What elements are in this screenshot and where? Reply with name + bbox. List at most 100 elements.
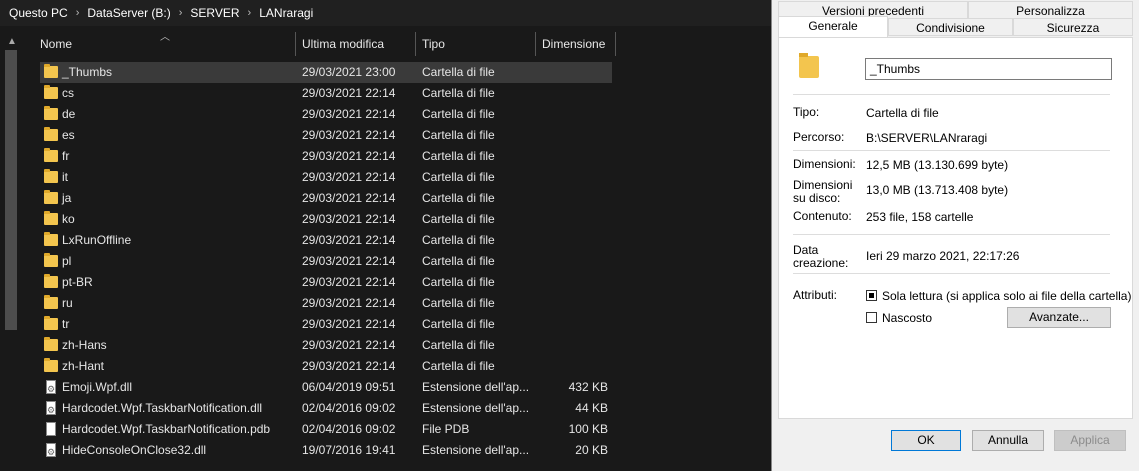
folder-icon (44, 316, 58, 330)
file-row[interactable]: Hardcodet.Wpf.TaskbarNotification.dll 02/… (40, 398, 620, 421)
file-date: 29/03/2021 22:14 (302, 359, 396, 373)
scrollbar-thumb[interactable] (5, 50, 17, 330)
file-date: 29/03/2021 22:14 (302, 191, 396, 205)
file-name: pt-BR (62, 275, 93, 289)
file-row[interactable]: es 29/03/2021 22:14 Cartella di file (40, 125, 620, 146)
file-row[interactable]: it 29/03/2021 22:14 Cartella di file (40, 167, 620, 188)
file-row[interactable]: Hardcodet.Wpf.TaskbarNotification.pdb 02/… (40, 419, 620, 440)
file-date: 29/03/2021 22:14 (302, 233, 396, 247)
readonly-label[interactable]: Sola lettura (si applica solo ai file de… (882, 289, 1131, 303)
divider (793, 94, 1110, 95)
file-size: 20 KB (575, 443, 608, 457)
file-row[interactable]: zh-Hans 29/03/2021 22:14 Cartella di file (40, 335, 620, 356)
tab-sharing[interactable]: Condivisione (888, 18, 1013, 36)
file-type: Cartella di file (422, 275, 495, 289)
breadcrumb-this-pc[interactable]: Questo PC (9, 6, 68, 20)
file-type: File PDB (422, 422, 470, 436)
file-icon (46, 422, 56, 436)
properties-dialog: Versioni precedenti Personalizza General… (771, 0, 1139, 471)
file-name: es (62, 128, 75, 142)
file-row[interactable]: LxRunOffline 29/03/2021 22:14 Cartella di … (40, 230, 620, 251)
folder-icon (799, 53, 819, 78)
dll-file-icon (46, 379, 56, 400)
tab-security[interactable]: Sicurezza (1013, 18, 1133, 36)
file-row[interactable]: ja 29/03/2021 22:14 Cartella di file (40, 188, 620, 209)
file-row[interactable]: Emoji.Wpf.dll 06/04/2019 09:51 Estensione … (40, 377, 620, 400)
general-panel: _Thumbs Tipo: Cartella di file Percorso:… (778, 37, 1133, 419)
attributes-label: Attributi: (793, 288, 838, 302)
file-name: de (62, 107, 76, 121)
file-row[interactable]: zh-Hant 29/03/2021 22:14 Cartella di file (40, 356, 620, 377)
file-type: Estensione dell'ap... (422, 401, 530, 415)
file-name: cs (62, 86, 74, 100)
file-name: LxRunOffline (62, 233, 132, 247)
file-name: _Thumbs (62, 65, 113, 79)
file-row[interactable]: ko 29/03/2021 22:14 Cartella di file (40, 209, 620, 230)
file-row[interactable]: de 29/03/2021 22:14 Cartella di file (40, 104, 620, 125)
column-type[interactable]: Tipo (416, 32, 536, 56)
hidden-checkbox[interactable] (866, 312, 877, 323)
folder-icon (44, 253, 58, 267)
ok-button[interactable]: OK (891, 430, 961, 451)
file-size: 432 KB (568, 380, 608, 394)
file-row[interactable]: pl 29/03/2021 22:14 Cartella di file (40, 251, 620, 272)
file-row[interactable]: pt-BR 29/03/2021 22:14 Cartella di file (40, 272, 620, 293)
file-date: 02/04/2016 09:02 (302, 401, 396, 415)
tab-general[interactable]: Generale (778, 16, 888, 38)
file-type: Cartella di file (422, 128, 495, 142)
tab-customize[interactable]: Personalizza (968, 1, 1133, 19)
chevron-right-icon[interactable]: › (179, 7, 183, 19)
file-type: Cartella di file (422, 65, 495, 79)
breadcrumb-server[interactable]: SERVER (190, 6, 239, 20)
advanced-button[interactable]: Avanzate... (1007, 307, 1111, 328)
column-date[interactable]: Ultima modifica (296, 32, 416, 56)
breadcrumb-drive[interactable]: DataServer (B:) (87, 6, 170, 20)
file-name: HideConsoleOnClose32.dll (62, 443, 207, 457)
folder-icon (44, 274, 58, 288)
content-label: Contenuto: (793, 209, 852, 223)
file-row[interactable]: ru 29/03/2021 22:14 Cartella di file (40, 293, 620, 314)
folder-icon (44, 148, 58, 162)
folder-icon (44, 64, 58, 78)
dll-file-icon (46, 400, 56, 421)
column-name[interactable]: Nome (34, 32, 296, 56)
file-type: Cartella di file (422, 86, 495, 100)
apply-button[interactable]: Applica (1054, 430, 1126, 451)
chevron-right-icon[interactable]: › (248, 7, 252, 19)
folder-icon (44, 127, 58, 141)
file-size: 44 KB (575, 401, 608, 415)
cancel-button[interactable]: Annulla (972, 430, 1044, 451)
file-name: Hardcodet.Wpf.TaskbarNotification.dll (62, 401, 263, 415)
file-date: 29/03/2021 22:14 (302, 128, 396, 142)
file-type: Cartella di file (422, 296, 495, 310)
file-date: 29/03/2021 22:14 (302, 107, 396, 121)
file-row[interactable]: tr 29/03/2021 22:14 Cartella di file (40, 314, 620, 335)
chevron-right-icon[interactable]: › (76, 7, 80, 19)
file-row[interactable]: cs 29/03/2021 22:14 Cartella di file (40, 83, 620, 104)
breadcrumb-lanraragi[interactable]: LANraragi (259, 6, 313, 20)
type-value: Cartella di file (866, 106, 939, 120)
file-name: zh-Hans (62, 338, 107, 352)
file-row[interactable]: _Thumbs 29/03/2021 23:00 Cartella di file (40, 62, 612, 83)
file-name: pl (62, 254, 72, 268)
file-type: Cartella di file (422, 338, 495, 352)
folder-icon (44, 211, 58, 225)
hidden-label[interactable]: Nascosto (882, 311, 932, 325)
file-type: Cartella di file (422, 359, 495, 373)
disk-size-value: 13,0 MB (13.713.408 byte) (866, 183, 1009, 197)
path-value: B:\SERVER\LANraragi (866, 131, 988, 145)
file-date: 29/03/2021 22:14 (302, 317, 396, 331)
file-type: Cartella di file (422, 233, 495, 247)
file-name: Emoji.Wpf.dll (62, 380, 133, 394)
file-row[interactable]: fr 29/03/2021 22:14 Cartella di file (40, 146, 620, 167)
file-type: Cartella di file (422, 254, 495, 268)
column-size[interactable]: Dimensione (536, 32, 616, 56)
dll-file-icon (46, 442, 56, 463)
file-type: Cartella di file (422, 149, 495, 163)
file-type: Cartella di file (422, 317, 495, 331)
file-row[interactable]: HideConsoleOnClose32.dll 19/07/2016 19:41… (40, 440, 620, 463)
created-label-line2: creazione: (793, 256, 849, 270)
readonly-checkbox[interactable] (866, 290, 877, 301)
folder-name-input[interactable]: _Thumbs (865, 58, 1112, 80)
file-date: 29/03/2021 22:14 (302, 338, 396, 352)
